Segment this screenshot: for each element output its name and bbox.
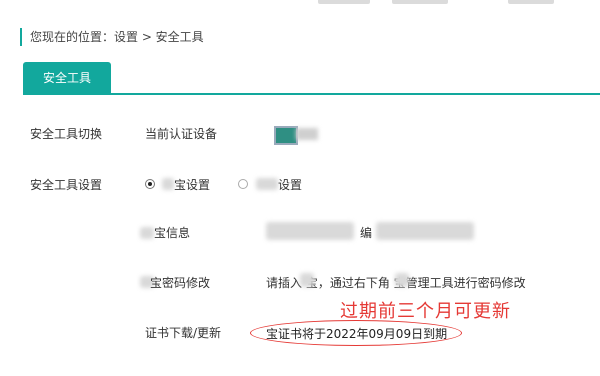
- row-label-info: 宝信息: [154, 226, 191, 240]
- blurred-text: [162, 178, 174, 190]
- blurred-serial-number: [376, 222, 474, 240]
- blurred-info-value: [266, 222, 354, 240]
- row-label-cert: 证书下载/更新: [145, 326, 222, 340]
- tab-security-tools[interactable]: 安全工具: [23, 62, 111, 94]
- nav-item-fragment[interactable]: [508, 0, 554, 4]
- radio-option-1-label: 宝设置: [174, 178, 211, 192]
- cert-expiry-text: 宝证书将于2022年09月09日到期: [266, 327, 448, 341]
- row-label-switch: 安全工具切换: [30, 127, 103, 141]
- blurred-device-name: [296, 128, 318, 140]
- radio-option-1[interactable]: [145, 179, 155, 189]
- nav-item-fragment[interactable]: [318, 0, 370, 4]
- annotation-text: 过期前三个月可更新: [340, 301, 511, 322]
- row-label-password: 宝密码修改: [150, 276, 211, 290]
- blurred-text: [300, 273, 314, 287]
- security-device-icon: [272, 124, 318, 145]
- radio-button-checked[interactable]: [145, 179, 155, 189]
- current-device-label: 当前认证设备: [145, 127, 218, 141]
- nav-item-fragment[interactable]: [392, 0, 448, 4]
- blurred-text: [395, 273, 409, 287]
- blurred-text: [256, 178, 278, 190]
- radio-option-2-label: 设置: [278, 178, 303, 192]
- serial-number-label: 编: [360, 226, 373, 240]
- breadcrumb-text: 您现在的位置：设置 > 安全工具: [30, 30, 204, 44]
- radio-option-2[interactable]: [238, 179, 248, 189]
- row-label-settings: 安全工具设置: [30, 178, 103, 192]
- breadcrumb: 您现在的位置：设置 > 安全工具: [20, 28, 204, 46]
- top-navigation-strip: [0, 0, 600, 10]
- blurred-text: [140, 227, 154, 239]
- radio-button-unchecked[interactable]: [238, 179, 248, 189]
- tab-label: 安全工具: [42, 71, 91, 85]
- tab-underline: [23, 93, 600, 95]
- device-screen-icon: [274, 126, 298, 145]
